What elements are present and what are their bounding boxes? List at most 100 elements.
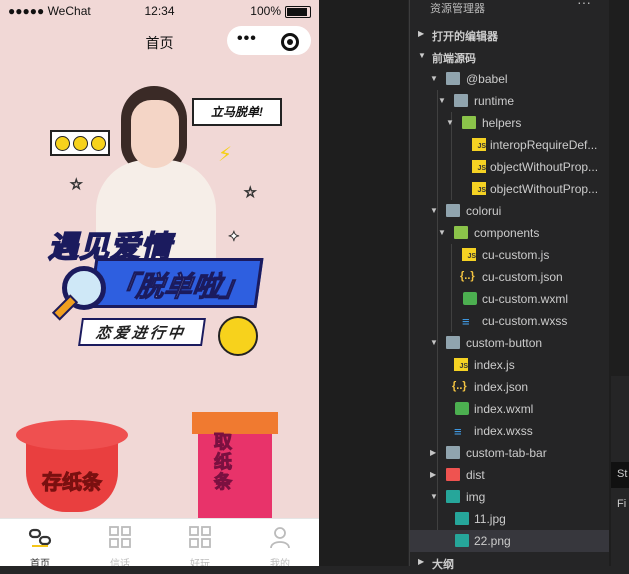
tree-folder-custom-button[interactable]: ▼ custom-button xyxy=(410,332,609,354)
chevron-down-icon: ▼ xyxy=(438,228,446,237)
grid-icon xyxy=(109,526,131,548)
take-note-label: 取纸条 xyxy=(214,432,233,493)
tree-folder-runtime[interactable]: ▼ runtime xyxy=(410,90,609,112)
image-file-icon xyxy=(455,534,469,547)
json-file-icon: {..} xyxy=(460,270,475,282)
image-file-icon xyxy=(455,512,469,525)
status-tag: 恋爱进行中 xyxy=(78,318,206,346)
folder-icon xyxy=(446,446,460,459)
big-smiley-icon xyxy=(218,316,258,356)
tree-file-22-png[interactable]: 22.png xyxy=(410,530,609,552)
star-icon: ☆ xyxy=(244,184,258,201)
chevron-down-icon: ▼ xyxy=(446,118,454,127)
explorer-title: 资源管理器 xyxy=(430,3,485,15)
star-icon: ☆ xyxy=(70,176,84,193)
chevron-right-icon: ▶ xyxy=(418,557,425,566)
link-icon xyxy=(28,528,52,547)
tree-folder-img[interactable]: ▼ img xyxy=(410,486,609,508)
debugger-tab-strip[interactable]: St xyxy=(611,462,629,488)
chevron-right-icon: ▶ xyxy=(418,29,425,38)
status-bar: ●●●●● WeChat 12:34 100% xyxy=(0,0,319,22)
tree-file-objwithout-2[interactable]: JS objectWithoutProp... xyxy=(410,178,609,200)
wxss-file-icon: ≡ xyxy=(454,424,462,439)
tree-file-interop[interactable]: JS interopRequireDef... xyxy=(410,134,609,156)
user-icon xyxy=(270,527,290,549)
tab-home[interactable]: 首页 xyxy=(0,519,80,566)
take-note-gift[interactable]: 取纸条 xyxy=(192,412,278,522)
tree-folder-custom-tab-bar[interactable]: ▶ custom-tab-bar xyxy=(410,442,609,464)
tab-messages[interactable]: 信话 xyxy=(80,519,160,566)
battery-percent: 100% xyxy=(250,4,281,18)
more-icon[interactable]: ••• xyxy=(237,30,257,48)
tree-folder-colorui[interactable]: ▼ colorui xyxy=(410,200,609,222)
folder-icon xyxy=(446,72,460,85)
capsule-menu[interactable]: ••• xyxy=(227,26,311,55)
chevron-right-icon: ▶ xyxy=(430,448,437,457)
section-outline[interactable]: ▶ 大纲 xyxy=(410,552,609,574)
smiley-icons xyxy=(50,130,110,156)
more-actions-icon[interactable]: ··· xyxy=(577,0,591,10)
chevron-down-icon: ▼ xyxy=(430,338,438,347)
phone-simulator: ●●●●● WeChat 12:34 100% 首页 ••• 立马脱单! ☆ ☆… xyxy=(0,0,319,566)
tab-label: 信话 xyxy=(110,559,130,566)
tree-folder-helpers[interactable]: ▼ helpers xyxy=(410,112,609,134)
file-explorer: 资源管理器 ··· ▶ 打开的编辑器 ▼ 前端源码 ▼ @babel ▼ run… xyxy=(410,0,609,571)
tree-file-cu-custom-wxml[interactable]: cu-custom.wxml xyxy=(410,288,609,310)
grid-icon xyxy=(189,526,211,548)
tree-folder-dist[interactable]: ▶ dist xyxy=(410,464,609,486)
wxss-file-icon: ≡ xyxy=(462,314,470,329)
debugger-tab-label: St xyxy=(617,468,628,480)
tab-label: 我的 xyxy=(270,559,290,566)
js-file-icon: JS xyxy=(472,160,486,173)
folder-icon xyxy=(454,94,468,107)
filter-label: Fi xyxy=(617,498,627,510)
chevron-down-icon: ▼ xyxy=(430,206,438,215)
tree-file-cu-custom-wxss[interactable]: ≡ cu-custom.wxss xyxy=(410,310,609,332)
slogan-box: 「脱单啦」 xyxy=(88,258,264,308)
tree-file-index-json[interactable]: {..} index.json xyxy=(410,376,609,398)
tree-file-objwithout-1[interactable]: JS objectWithoutProp... xyxy=(410,156,609,178)
section-source[interactable]: ▼ 前端源码 xyxy=(410,46,609,68)
tree-folder-components[interactable]: ▼ components xyxy=(410,222,609,244)
store-note-label: 存纸条 xyxy=(42,472,103,495)
tag-text: 恋爱进行中 xyxy=(94,325,187,342)
wxml-file-icon xyxy=(455,402,469,415)
folder-open-icon xyxy=(446,490,460,503)
model-face xyxy=(131,100,179,168)
battery-icon xyxy=(285,6,311,18)
chevron-right-icon: ▶ xyxy=(430,470,437,479)
folder-open-icon xyxy=(462,116,476,129)
navbar: 首页 ••• xyxy=(0,22,319,60)
folder-icon xyxy=(446,468,460,481)
tab-bar: 首页 信话 好玩 我的 xyxy=(0,518,319,566)
store-note-gift[interactable]: 存纸条 xyxy=(16,420,128,512)
js-file-icon: JS xyxy=(472,138,486,151)
lightning-icon: ⚡ xyxy=(218,144,233,166)
tree-file-cu-custom-js[interactable]: JS cu-custom.js xyxy=(410,244,609,266)
tab-profile[interactable]: 我的 xyxy=(240,519,319,566)
tree-file-index-js[interactable]: JS index.js xyxy=(410,354,609,376)
folder-icon xyxy=(446,336,460,349)
sparkle-icon: ✦ xyxy=(228,228,241,245)
chevron-down-icon: ▼ xyxy=(418,51,426,60)
folder-open-icon xyxy=(454,226,468,239)
poster-banner: 立马脱单! ☆ ☆ ✦ ⚡ 遇见爱情 「脱单啦」 恋爱进行中 存纸条 取纸条 xyxy=(0,60,319,522)
tree-file-index-wxss[interactable]: ≡ index.wxss xyxy=(410,420,609,442)
folder-icon xyxy=(446,204,460,217)
js-file-icon: JS xyxy=(472,182,486,195)
tree-folder-babel[interactable]: ▼ @babel xyxy=(410,68,609,90)
chevron-down-icon: ▼ xyxy=(430,492,438,501)
close-miniprogram-icon[interactable] xyxy=(281,33,299,51)
tree-file-index-wxml[interactable]: index.wxml xyxy=(410,398,609,420)
tab-fun[interactable]: 好玩 xyxy=(160,519,240,566)
tree-file-11-jpg[interactable]: 11.jpg xyxy=(410,508,609,530)
chevron-down-icon: ▼ xyxy=(430,74,438,83)
section-open-editors[interactable]: ▶ 打开的编辑器 xyxy=(410,24,609,46)
js-file-icon: JS xyxy=(454,358,468,371)
editor-area xyxy=(319,0,408,566)
tab-label: 首页 xyxy=(30,559,50,566)
wxml-file-icon xyxy=(463,292,477,305)
chevron-down-icon: ▼ xyxy=(438,96,446,105)
tree-file-cu-custom-json[interactable]: {..} cu-custom.json xyxy=(410,266,609,288)
json-file-icon: {..} xyxy=(452,380,467,392)
